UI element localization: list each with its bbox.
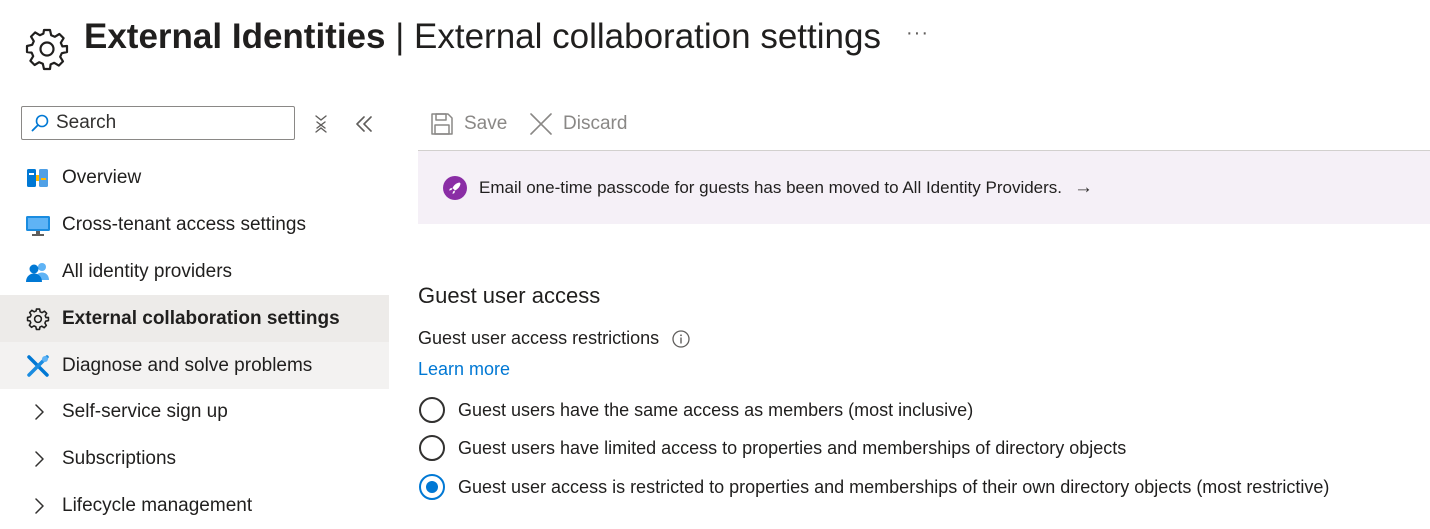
radio-button-selected[interactable]	[419, 474, 445, 500]
learn-more-link[interactable]: Learn more	[418, 359, 510, 380]
radio-label: Guest user access is restricted to prope…	[458, 476, 1330, 497]
radio-button[interactable]	[419, 435, 445, 461]
sidebar-item-label: Diagnose and solve problems	[62, 354, 313, 376]
sidebar-item-self-service[interactable]: Self-service sign up	[0, 388, 389, 435]
info-banner[interactable]: Email one-time passcode for guests has b…	[418, 151, 1430, 224]
radio-option-limited-access[interactable]: Guest users have limited access to prope…	[419, 433, 1126, 463]
gear-icon	[25, 306, 51, 332]
sidebar-item-label: All identity providers	[62, 260, 233, 282]
gear-icon	[25, 28, 69, 71]
radio-label: Guest users have the same access as memb…	[458, 399, 974, 420]
sidebar-item-label: External collaboration settings	[62, 307, 340, 329]
restrictions-label: Guest user access restrictions	[418, 328, 691, 349]
close-icon	[529, 112, 553, 136]
save-label: Save	[464, 113, 508, 134]
rocket-icon	[443, 175, 467, 200]
radio-button[interactable]	[419, 397, 445, 423]
chevron-right-icon	[31, 496, 47, 516]
sidebar-item-subscriptions[interactable]: Subscriptions	[0, 435, 389, 482]
sidebar-item-label: Overview	[62, 166, 142, 188]
sidebar-item-label: Subscriptions	[62, 447, 177, 469]
radio-label: Guest users have limited access to prope…	[458, 437, 1127, 458]
double-chevron-left-icon[interactable]	[352, 112, 376, 136]
sidebar-item-label: Self-service sign up	[62, 400, 228, 422]
monitor-icon	[25, 212, 51, 238]
save-button[interactable]: Save	[430, 106, 507, 142]
more-options-button[interactable]: ···	[906, 22, 929, 45]
clear-filter-icon[interactable]	[312, 114, 330, 134]
sidebar-item-overview[interactable]: Overview	[0, 154, 389, 201]
discard-button[interactable]: Discard	[529, 106, 627, 142]
people-icon	[25, 259, 51, 285]
banner-message: Email one-time passcode for guests has b…	[479, 177, 1063, 197]
wrench-icon	[25, 353, 51, 379]
banner-arrow-icon[interactable]: →	[1074, 177, 1093, 199]
page-title: External Identities | External collabora…	[84, 14, 881, 60]
page-title-rest: | External collaboration settings	[385, 17, 881, 56]
radio-option-most-restrictive[interactable]: Guest user access is restricted to prope…	[419, 472, 1329, 502]
overview-icon	[25, 165, 51, 191]
page-title-bold: External Identities	[84, 17, 386, 56]
sidebar-item-label: Lifecycle management	[62, 494, 253, 516]
search-icon	[31, 114, 49, 132]
info-icon[interactable]	[671, 329, 691, 349]
save-icon	[430, 112, 454, 136]
restrictions-label-text: Guest user access restrictions	[418, 328, 660, 348]
section-title: Guest user access	[418, 283, 601, 308]
search-input[interactable]	[56, 112, 276, 134]
sidebar-item-cross-tenant[interactable]: Cross-tenant access settings	[0, 201, 389, 248]
sidebar-item-diagnose[interactable]: Diagnose and solve problems	[0, 342, 389, 389]
chevron-right-icon	[31, 449, 47, 469]
sidebar-item-identity-providers[interactable]: All identity providers	[0, 248, 389, 295]
chevron-right-icon	[31, 402, 47, 422]
sidebar-search[interactable]	[21, 106, 295, 140]
radio-option-same-as-members[interactable]: Guest users have the same access as memb…	[419, 395, 973, 425]
discard-label: Discard	[563, 113, 628, 134]
sidebar-item-label: Cross-tenant access settings	[62, 213, 306, 235]
sidebar-item-external-collaboration[interactable]: External collaboration settings	[0, 295, 389, 342]
sidebar-item-lifecycle[interactable]: Lifecycle management	[0, 482, 389, 529]
